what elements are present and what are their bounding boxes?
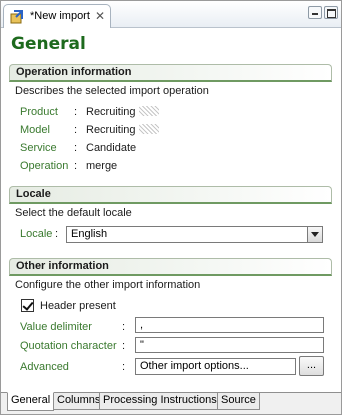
colon: :: [74, 160, 78, 172]
colon: :: [122, 321, 126, 333]
colon: :: [55, 228, 59, 240]
colon: :: [122, 340, 126, 352]
page-title: General: [11, 34, 86, 54]
import-editor-window: *New import ✕ General Operation informat…: [0, 0, 342, 415]
section-description: Select the default locale: [15, 207, 132, 219]
obscured-text: [138, 106, 159, 116]
value-delimiter-value: ,: [140, 319, 144, 331]
model-value: Recruiting: [86, 124, 159, 136]
colon: :: [74, 106, 78, 118]
section-description: Describes the selected import operation: [15, 85, 209, 97]
product-value: Recruiting: [86, 106, 159, 118]
section-header[interactable]: Operation information: [9, 64, 332, 82]
value-delimiter-input[interactable]: ,: [135, 317, 324, 333]
colon: :: [74, 142, 78, 154]
quotation-character-value: ": [140, 339, 144, 351]
maximize-icon[interactable]: [324, 6, 338, 19]
editor-page-tabs: General Columns Processing Instructions …: [1, 392, 341, 414]
minimize-icon[interactable]: [308, 6, 322, 19]
colon: :: [74, 124, 78, 136]
service-label: Service: [20, 142, 57, 154]
service-value: Candidate: [86, 142, 137, 154]
locale-label: Locale: [20, 228, 53, 240]
value-delimiter-label: Value delimiter: [20, 321, 92, 333]
editor-tab-new-import[interactable]: *New import ✕: [3, 4, 111, 28]
quotation-character-label: Quotation character: [20, 340, 117, 352]
advanced-options-value: Other import options...: [140, 360, 249, 372]
model-label: Model: [20, 124, 50, 136]
locale-section: Locale Select the default locale Locale …: [9, 186, 332, 248]
import-editor-icon: [10, 10, 23, 24]
obscured-text: [138, 124, 159, 134]
locale-selected-value: English: [71, 228, 108, 240]
tab-processing-instructions[interactable]: Processing Instructions: [99, 393, 221, 410]
colon: :: [122, 361, 126, 373]
other-information-section: Other information Configure the other im…: [9, 258, 332, 388]
section-description: Configure the other import information: [15, 279, 201, 291]
advanced-options-field: Other import options...: [135, 358, 296, 375]
operation-value: merge: [86, 160, 118, 172]
tab-source[interactable]: Source: [217, 393, 260, 410]
product-label: Product: [20, 106, 58, 118]
quotation-character-input[interactable]: ": [135, 337, 324, 353]
advanced-label: Advanced: [20, 361, 69, 373]
editor-tab-bar: *New import ✕: [1, 1, 341, 28]
section-header[interactable]: Other information: [9, 258, 332, 276]
operation-information-section: Operation information Describes the sele…: [9, 64, 332, 174]
tab-general[interactable]: General: [7, 392, 55, 411]
editor-tab-title: *New import: [30, 10, 90, 22]
locale-select[interactable]: English: [66, 226, 323, 243]
close-icon[interactable]: ✕: [95, 10, 107, 22]
advanced-options-button[interactable]: ...: [299, 356, 324, 376]
tab-columns[interactable]: Columns: [53, 393, 105, 410]
chevron-down-icon[interactable]: [307, 227, 322, 242]
header-present-checkbox[interactable]: [21, 299, 34, 312]
section-header[interactable]: Locale: [9, 186, 332, 204]
header-present-label: Header present: [40, 300, 116, 312]
operation-label: Operation: [20, 160, 69, 172]
